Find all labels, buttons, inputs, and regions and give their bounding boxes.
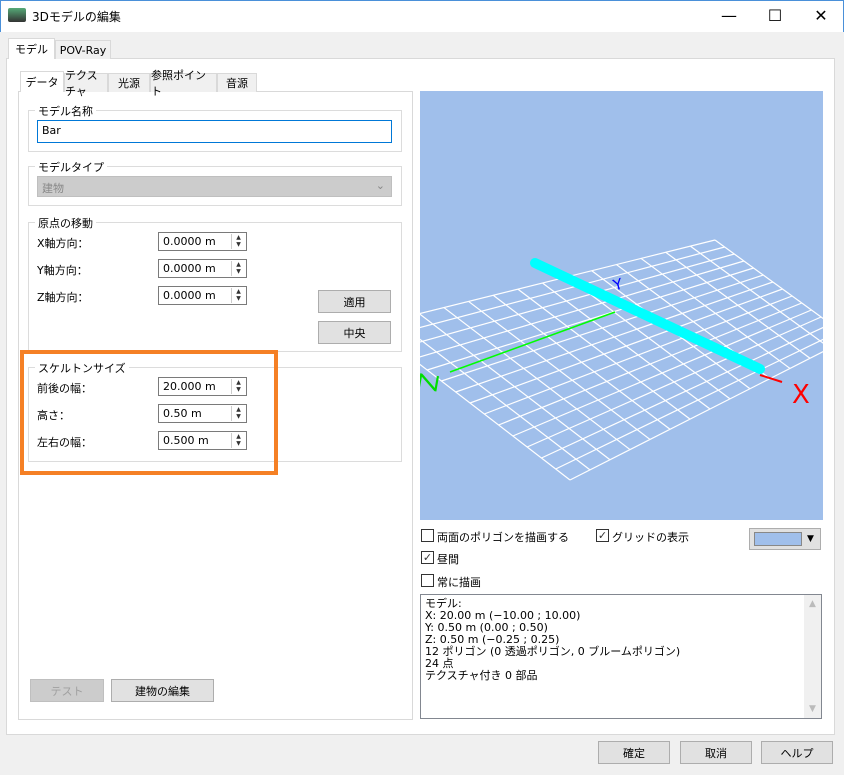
model-type-label: モデルタイプ: [35, 159, 107, 175]
tab-light[interactable]: 光源: [108, 73, 150, 92]
tab-texture[interactable]: テクスチャ: [64, 69, 108, 98]
tab-sound[interactable]: 音源: [217, 73, 257, 92]
scroll-up-icon[interactable]: ▲: [804, 599, 821, 609]
app-icon: [8, 8, 26, 22]
tab-reference-points[interactable]: 参照ポイント: [150, 69, 217, 98]
z-axis-stepper[interactable]: 0.0000 m ▲ ▼: [158, 286, 247, 305]
highlight-box: [20, 350, 278, 475]
x-axis-label: X: [792, 380, 810, 410]
dropdown-arrow-icon: ▼: [807, 534, 814, 544]
daytime-checkbox[interactable]: ✓: [421, 551, 434, 564]
y-axis-value: 0.0000 m: [163, 262, 216, 275]
tab-model[interactable]: モデル: [8, 38, 55, 59]
double-sided-checkbox[interactable]: [421, 529, 434, 542]
model-name-input[interactable]: Bar: [37, 120, 392, 143]
daytime-label: 昼間: [437, 553, 459, 566]
spin-arrows-icon[interactable]: ▲ ▼: [231, 288, 245, 303]
model-type-select[interactable]: 建物 ⌄: [37, 176, 392, 197]
center-button[interactable]: 中央: [318, 321, 391, 344]
close-button[interactable]: ✕: [798, 0, 844, 31]
edit-building-button[interactable]: 建物の編集: [111, 679, 214, 702]
spin-arrows-icon[interactable]: ▲ ▼: [231, 261, 245, 276]
z-axis-label: Z軸方向：: [37, 291, 89, 304]
model-name-label: モデル名称: [35, 103, 96, 119]
double-sided-label: 両面のポリゴンを描画する: [437, 531, 569, 544]
x-axis-stepper[interactable]: 0.0000 m ▲ ▼: [158, 232, 247, 251]
show-grid-label: グリッドの表示: [612, 531, 689, 544]
spin-arrows-icon[interactable]: ▲ ▼: [231, 234, 245, 249]
chevron-down-icon: ⌄: [375, 179, 385, 192]
origin-label: 原点の移動: [35, 215, 96, 231]
model-info-text: モデル: X: 20.00 m (−10.00 ; 10.00) Y: 0.50…: [425, 597, 681, 682]
help-button[interactable]: ヘルプ: [761, 741, 833, 764]
model-info-textarea[interactable]: モデル: X: 20.00 m (−10.00 ; 10.00) Y: 0.50…: [420, 594, 822, 719]
scroll-down-icon[interactable]: ▼: [804, 704, 821, 714]
cancel-button[interactable]: 取消: [680, 741, 752, 764]
z-axis-value: 0.0000 m: [163, 289, 216, 302]
background-color-picker[interactable]: ▼: [749, 528, 821, 550]
color-swatch: [754, 532, 802, 546]
minimize-button[interactable]: —: [706, 0, 752, 31]
3d-viewport[interactable]: X Y Z: [420, 91, 823, 520]
tab-data[interactable]: データ: [20, 71, 64, 92]
ok-button[interactable]: 確定: [598, 741, 670, 764]
x-axis-value: 0.0000 m: [163, 235, 216, 248]
maximize-button[interactable]: ☐: [752, 0, 798, 31]
tab-povray[interactable]: POV-Ray: [55, 40, 111, 59]
apply-button[interactable]: 適用: [318, 290, 391, 313]
y-axis-label: Y軸方向：: [37, 264, 88, 277]
always-draw-label: 常に描画: [437, 576, 481, 589]
y-axis-stepper[interactable]: 0.0000 m ▲ ▼: [158, 259, 247, 278]
always-draw-checkbox[interactable]: [421, 574, 434, 587]
window-title: 3Dモデルの編集: [32, 10, 121, 24]
x-axis-label: X軸方向：: [37, 237, 89, 250]
scrollbar[interactable]: ▲ ▼: [804, 595, 821, 718]
show-grid-checkbox[interactable]: ✓: [596, 529, 609, 542]
test-button[interactable]: テスト: [30, 679, 104, 702]
model-type-value: 建物: [42, 182, 64, 195]
